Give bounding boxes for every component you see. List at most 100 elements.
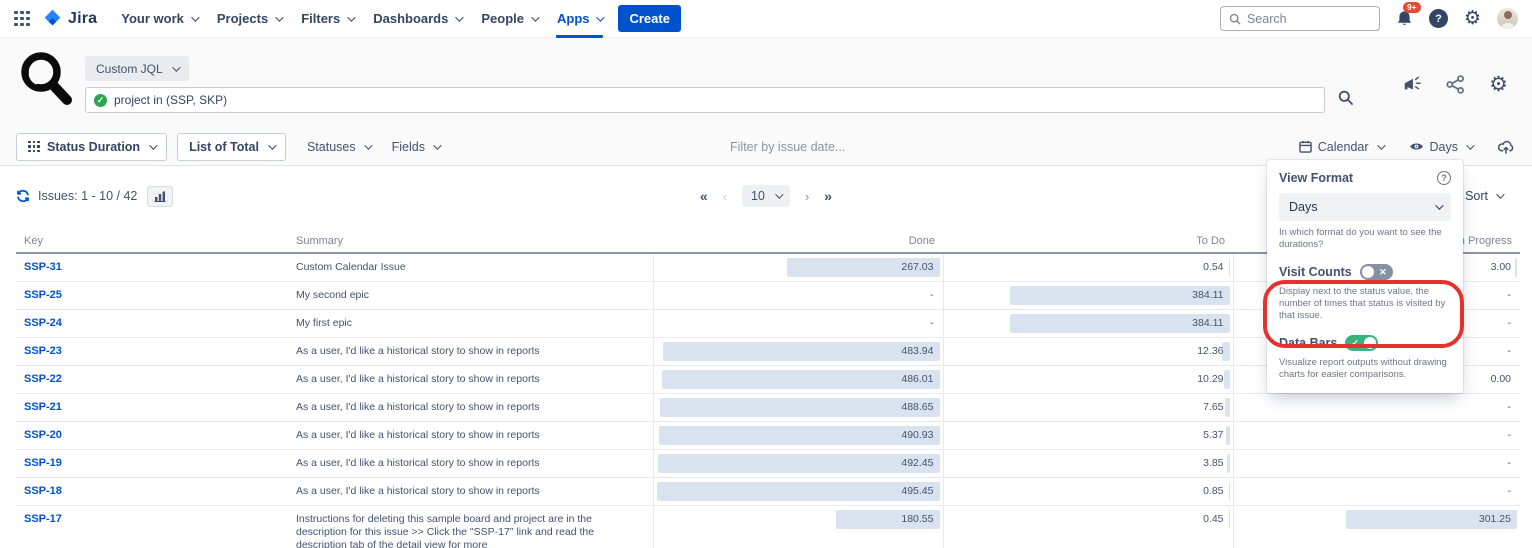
chevron-down-icon bbox=[364, 141, 372, 149]
duration-value: 5.37 bbox=[1203, 426, 1223, 445]
duration-value: 267.03 bbox=[901, 258, 933, 277]
chevron-down-icon bbox=[347, 13, 355, 21]
data-bar bbox=[658, 454, 939, 473]
view-format-button[interactable]: Days bbox=[1409, 140, 1472, 154]
fields-button[interactable]: Fields bbox=[381, 140, 450, 154]
jql-valid-check-icon: ✓ bbox=[94, 94, 107, 107]
page-size-select[interactable]: 10 bbox=[742, 185, 790, 207]
calendar-button[interactable]: Calendar bbox=[1299, 140, 1383, 154]
create-button[interactable]: Create bbox=[618, 5, 680, 32]
notifications-button[interactable]: 9+ bbox=[1396, 10, 1413, 28]
column-header-key[interactable]: Key bbox=[16, 230, 288, 253]
question-mark-icon: ? bbox=[1435, 13, 1442, 25]
issue-key-link[interactable]: SSP-20 bbox=[24, 429, 62, 441]
issue-key-link[interactable]: SSP-18 bbox=[24, 485, 62, 497]
share-icon[interactable] bbox=[1446, 75, 1465, 94]
last-page-button[interactable]: » bbox=[824, 188, 832, 204]
chevron-down-icon bbox=[456, 13, 464, 21]
visit-counts-toggle[interactable]: ✕ bbox=[1360, 264, 1393, 280]
settings-gear-icon[interactable]: ⚙ bbox=[1464, 9, 1481, 28]
duration-value: 0.54 bbox=[1203, 258, 1223, 277]
duration-value: 495.45 bbox=[901, 482, 933, 501]
duration-value: 0.45 bbox=[1203, 510, 1223, 529]
duration-value: 12.36 bbox=[1197, 342, 1223, 361]
todo-cell: 0.85 bbox=[943, 478, 1233, 506]
nav-item-apps[interactable]: Apps bbox=[547, 0, 613, 38]
date-filter-input[interactable]: Filter by issue date... bbox=[730, 140, 845, 154]
user-avatar[interactable] bbox=[1497, 8, 1518, 29]
nav-item-dashboards[interactable]: Dashboards bbox=[363, 0, 471, 38]
issue-key-link[interactable]: SSP-17 bbox=[24, 513, 62, 525]
report-settings-gear-icon[interactable]: ⚙ bbox=[1489, 74, 1508, 95]
first-page-button[interactable]: « bbox=[700, 188, 708, 204]
inprogress-cell: 301.25 bbox=[1233, 506, 1520, 548]
data-bar bbox=[1226, 426, 1229, 445]
column-header-summary[interactable]: Summary bbox=[288, 230, 653, 253]
duration-value: - bbox=[930, 314, 934, 333]
help-button[interactable]: ? bbox=[1429, 9, 1448, 28]
chevron-down-icon bbox=[275, 13, 283, 21]
table-row: SSP-18 As a user, I'd like a historical … bbox=[16, 478, 1520, 506]
done-cell: - bbox=[653, 310, 943, 338]
todo-cell: 0.45 bbox=[943, 506, 1233, 548]
chart-view-button[interactable] bbox=[147, 186, 173, 207]
column-header-done[interactable]: Done bbox=[653, 230, 943, 253]
chevron-down-icon bbox=[149, 141, 157, 149]
column-header-todo[interactable]: To Do bbox=[943, 230, 1233, 253]
data-bars-toggle[interactable]: ✓ bbox=[1345, 335, 1378, 351]
check-icon: ✓ bbox=[1351, 336, 1359, 350]
view-type-button[interactable]: List of Total bbox=[177, 133, 286, 161]
data-bar bbox=[1224, 370, 1230, 389]
duration-value: - bbox=[1508, 286, 1512, 305]
data-bar bbox=[1227, 454, 1229, 473]
issue-key-link[interactable]: SSP-23 bbox=[24, 345, 62, 357]
issue-key-link[interactable]: SSP-31 bbox=[24, 261, 62, 273]
todo-cell: 5.37 bbox=[943, 422, 1233, 450]
jql-input[interactable]: ✓ project in (SSP, SKP) bbox=[85, 87, 1325, 113]
global-search-input[interactable]: Search bbox=[1220, 6, 1380, 31]
issue-key-link[interactable]: SSP-24 bbox=[24, 317, 62, 329]
done-cell: 267.03 bbox=[653, 253, 943, 282]
jira-logo[interactable]: Jira bbox=[42, 8, 97, 29]
issue-summary: As a user, I'd like a historical story t… bbox=[288, 478, 653, 506]
jql-search-button[interactable] bbox=[1338, 90, 1353, 105]
issue-key-link[interactable]: SSP-21 bbox=[24, 401, 62, 413]
duration-value: 0.00 bbox=[1491, 370, 1511, 389]
duration-value: 3.85 bbox=[1203, 454, 1223, 473]
search-icon bbox=[1229, 13, 1241, 25]
sort-button[interactable]: Sort bbox=[1465, 189, 1502, 203]
help-icon[interactable]: ? bbox=[1437, 171, 1451, 185]
inprogress-cell: - bbox=[1233, 478, 1520, 506]
duration-value: 384.11 bbox=[1192, 314, 1223, 333]
jql-mode-button[interactable]: Custom JQL bbox=[85, 56, 189, 81]
nav-item-filters[interactable]: Filters bbox=[291, 0, 363, 38]
next-page-button[interactable]: › bbox=[805, 189, 809, 204]
view-format-select[interactable]: Days bbox=[1279, 193, 1451, 221]
nav-item-projects[interactable]: Projects bbox=[207, 0, 291, 38]
cloud-refresh-button[interactable] bbox=[1498, 139, 1514, 155]
issue-key-link[interactable]: SSP-19 bbox=[24, 457, 62, 469]
refresh-button[interactable] bbox=[16, 189, 30, 203]
prev-page-button[interactable]: ‹ bbox=[723, 189, 727, 204]
statuses-button[interactable]: Statuses bbox=[296, 140, 381, 154]
nav-item-your-work[interactable]: Your work bbox=[111, 0, 207, 38]
nav-item-people[interactable]: People bbox=[471, 0, 547, 38]
duration-value: - bbox=[1508, 426, 1512, 445]
report-type-button[interactable]: Status Duration bbox=[16, 133, 167, 161]
duration-value: 3.00 bbox=[1491, 258, 1511, 277]
done-cell: 495.45 bbox=[653, 478, 943, 506]
grid-icon bbox=[28, 141, 40, 153]
chevron-down-icon bbox=[191, 13, 199, 21]
duration-value: 180.55 bbox=[901, 510, 933, 529]
jira-mark-icon bbox=[42, 8, 63, 29]
app-switcher-icon[interactable] bbox=[14, 11, 30, 27]
duration-value: 0.85 bbox=[1203, 482, 1223, 501]
announcement-megaphone-icon[interactable] bbox=[1402, 76, 1422, 94]
data-bar bbox=[659, 426, 939, 445]
issue-key-link[interactable]: SSP-25 bbox=[24, 289, 62, 301]
view-format-description: In which format do you want to see the d… bbox=[1279, 227, 1451, 251]
chevron-down-icon bbox=[531, 13, 539, 21]
done-cell: 483.94 bbox=[653, 338, 943, 366]
chevron-down-icon bbox=[1466, 141, 1474, 149]
issue-key-link[interactable]: SSP-22 bbox=[24, 373, 62, 385]
